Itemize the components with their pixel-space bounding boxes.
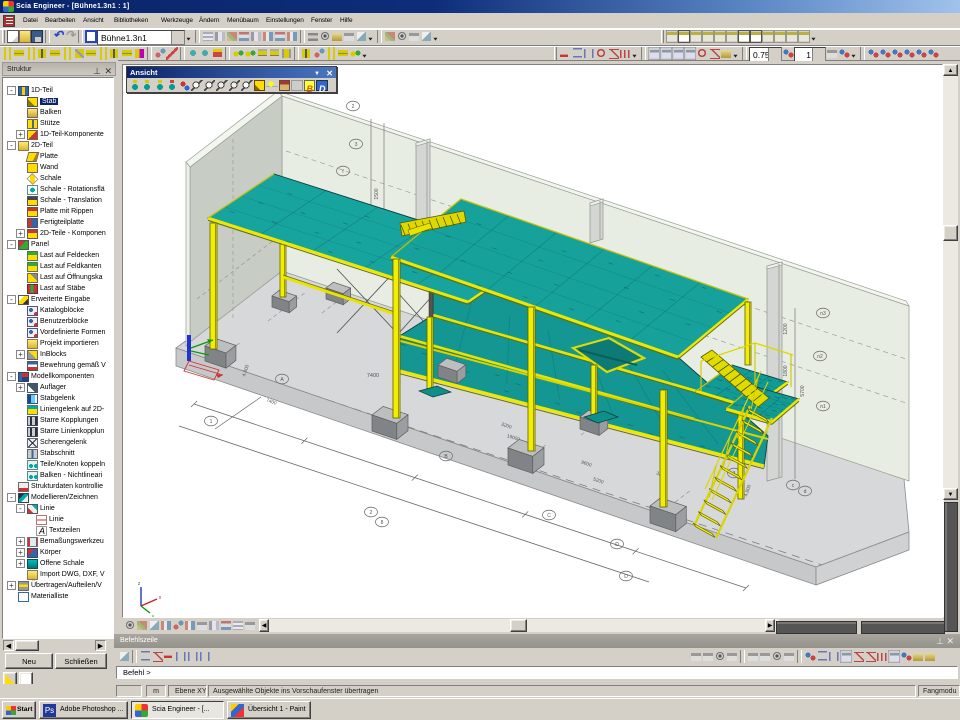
svg-text:7400: 7400 [367,373,379,379]
svg-text:d: d [804,489,807,495]
svg-text:2: 2 [352,104,355,110]
svg-text:n3: n3 [820,311,826,317]
svg-text:1200: 1200 [783,323,789,334]
svg-text:C: C [547,513,551,519]
svg-text:D: D [624,574,628,580]
svg-text:5700: 5700 [800,385,806,396]
svg-text:D: D [615,542,619,548]
svg-text:1500: 1500 [374,188,380,199]
svg-text:8: 8 [381,520,384,526]
svg-text:n2: n2 [817,354,823,360]
svg-text:2: 2 [370,510,373,516]
svg-text:1: 1 [210,419,213,425]
svg-text:n1: n1 [820,404,826,410]
svg-text:1800: 1800 [783,365,789,376]
svg-text:3: 3 [355,142,358,148]
